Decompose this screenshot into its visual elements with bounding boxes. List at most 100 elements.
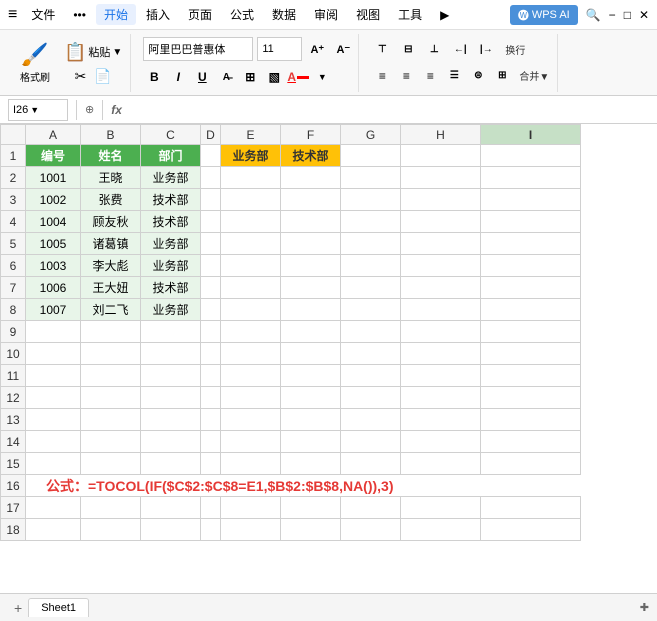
menu-data[interactable]: 数据 — [264, 4, 304, 25]
cell-d6[interactable] — [201, 255, 221, 277]
menu-review[interactable]: 审阅 — [306, 4, 346, 25]
cell-a7[interactable]: 1006 — [26, 277, 81, 299]
cell-e6[interactable] — [221, 255, 281, 277]
underline-btn[interactable]: U — [191, 66, 213, 88]
align-top-btn[interactable]: ⊤ — [371, 39, 393, 61]
cell-f5[interactable] — [281, 233, 341, 255]
align-dist-btn[interactable]: ⊜ — [467, 65, 489, 87]
menu-page[interactable]: 页面 — [180, 4, 220, 25]
indent-inc-btn[interactable]: |→ — [475, 39, 497, 61]
close-btn[interactable]: ✕ — [639, 8, 649, 22]
cell-f7[interactable] — [281, 277, 341, 299]
italic-btn[interactable]: I — [167, 66, 189, 88]
cell-c1[interactable]: 部门 — [141, 145, 201, 167]
fill-color-btn[interactable]: ▧ — [263, 66, 285, 88]
menu-view[interactable]: 视图 — [348, 4, 388, 25]
cell-f2[interactable] — [281, 167, 341, 189]
row-num-7[interactable]: 7 — [1, 277, 26, 299]
cell-i7[interactable] — [481, 277, 581, 299]
cell-i2[interactable] — [481, 167, 581, 189]
cell-g6[interactable] — [341, 255, 401, 277]
cell-f8[interactable] — [281, 299, 341, 321]
row-num-2[interactable]: 2 — [1, 167, 26, 189]
cell-b5[interactable]: 诸葛镇 — [81, 233, 141, 255]
cut-icon[interactable]: ✂ — [72, 67, 90, 86]
font-size-input[interactable] — [257, 37, 302, 61]
menu-more2[interactable]: ▶ — [432, 6, 457, 24]
copy-icon[interactable]: 📄 — [91, 67, 114, 86]
cell-g1[interactable] — [341, 145, 401, 167]
cell-e7[interactable] — [221, 277, 281, 299]
cell-e1[interactable]: 业务部 — [221, 145, 281, 167]
cell-d7[interactable] — [201, 277, 221, 299]
merge-btn[interactable]: 合并▼ — [515, 66, 553, 85]
cell-a5[interactable]: 1005 — [26, 233, 81, 255]
paste-dropdown-icon[interactable]: ▼ — [112, 47, 122, 58]
add-sheet-btn[interactable]: + — [8, 598, 28, 618]
cell-f6[interactable] — [281, 255, 341, 277]
cell-b6[interactable]: 李大彪 — [81, 255, 141, 277]
zoom-icon[interactable]: ⊕ — [85, 103, 94, 116]
cell-b3[interactable]: 张费 — [81, 189, 141, 211]
cell-h3[interactable] — [401, 189, 481, 211]
cell-c3[interactable]: 技术部 — [141, 189, 201, 211]
sheet-tab[interactable]: Sheet1 — [28, 598, 89, 617]
cell-a6[interactable]: 1003 — [26, 255, 81, 277]
minimize-btn[interactable]: − — [609, 8, 616, 22]
cell-i6[interactable] — [481, 255, 581, 277]
indent-dec-btn[interactable]: ←| — [449, 39, 471, 61]
cell-d2[interactable] — [201, 167, 221, 189]
font-color-btn[interactable]: A — [287, 66, 309, 88]
cell-h6[interactable] — [401, 255, 481, 277]
cell-e3[interactable] — [221, 189, 281, 211]
cell-h4[interactable] — [401, 211, 481, 233]
cell-h1[interactable] — [401, 145, 481, 167]
cell-d5[interactable] — [201, 233, 221, 255]
cell-g7[interactable] — [341, 277, 401, 299]
add-icon[interactable]: ✚ — [640, 602, 649, 614]
paste-btn[interactable]: 📋 粘贴 ▼ — [60, 40, 126, 65]
cell-ref-dropdown[interactable]: ▼ — [30, 105, 39, 115]
cell-a3[interactable]: 1002 — [26, 189, 81, 211]
font-dropdown-btn[interactable]: ▼ — [311, 66, 333, 88]
cell-b4[interactable]: 顾友秋 — [81, 211, 141, 233]
cell-d3[interactable] — [201, 189, 221, 211]
cell-c4[interactable]: 技术部 — [141, 211, 201, 233]
bold-btn[interactable]: B — [143, 66, 165, 88]
format-brush-btn[interactable]: 🖌️ 格式刷 — [12, 40, 58, 86]
align-bottom-btn[interactable]: ⊥ — [423, 39, 445, 61]
wps-ai-button[interactable]: 🅦 WPS AI — [510, 5, 578, 25]
cell-g4[interactable] — [341, 211, 401, 233]
increase-font-btn[interactable]: A⁺ — [306, 38, 328, 60]
menu-insert[interactable]: 插入 — [138, 4, 178, 25]
border-btn[interactable]: ⊞ — [239, 66, 261, 88]
cell-g5[interactable] — [341, 233, 401, 255]
cell-a2[interactable]: 1001 — [26, 167, 81, 189]
cell-c5[interactable]: 业务部 — [141, 233, 201, 255]
cell-c8[interactable]: 业务部 — [141, 299, 201, 321]
row-num-3[interactable]: 3 — [1, 189, 26, 211]
search-icon[interactable]: 🔍 — [586, 8, 601, 22]
maximize-btn[interactable]: □ — [624, 8, 631, 22]
col-header-b[interactable]: B — [81, 125, 141, 145]
cell-b8[interactable]: 刘二飞 — [81, 299, 141, 321]
cell-h2[interactable] — [401, 167, 481, 189]
cell-h8[interactable] — [401, 299, 481, 321]
cell-d4[interactable] — [201, 211, 221, 233]
cell-h5[interactable] — [401, 233, 481, 255]
strikethrough-btn[interactable]: A̶ — [215, 66, 237, 88]
row-num-4[interactable]: 4 — [1, 211, 26, 233]
menu-tools[interactable]: 工具 — [390, 4, 430, 25]
cell-g3[interactable] — [341, 189, 401, 211]
cell-e2[interactable] — [221, 167, 281, 189]
cell-f3[interactable] — [281, 189, 341, 211]
cell-ref-box[interactable]: I26 ▼ — [8, 99, 68, 121]
cell-e5[interactable] — [221, 233, 281, 255]
cell-a1[interactable]: 编号 — [26, 145, 81, 167]
align-middle-btn[interactable]: ⊟ — [397, 39, 419, 61]
col-header-e[interactable]: E — [221, 125, 281, 145]
align-justify-btn[interactable]: ☰ — [443, 65, 465, 87]
cell-h7[interactable] — [401, 277, 481, 299]
menu-formula[interactable]: 公式 — [222, 4, 262, 25]
cell-d1[interactable] — [201, 145, 221, 167]
